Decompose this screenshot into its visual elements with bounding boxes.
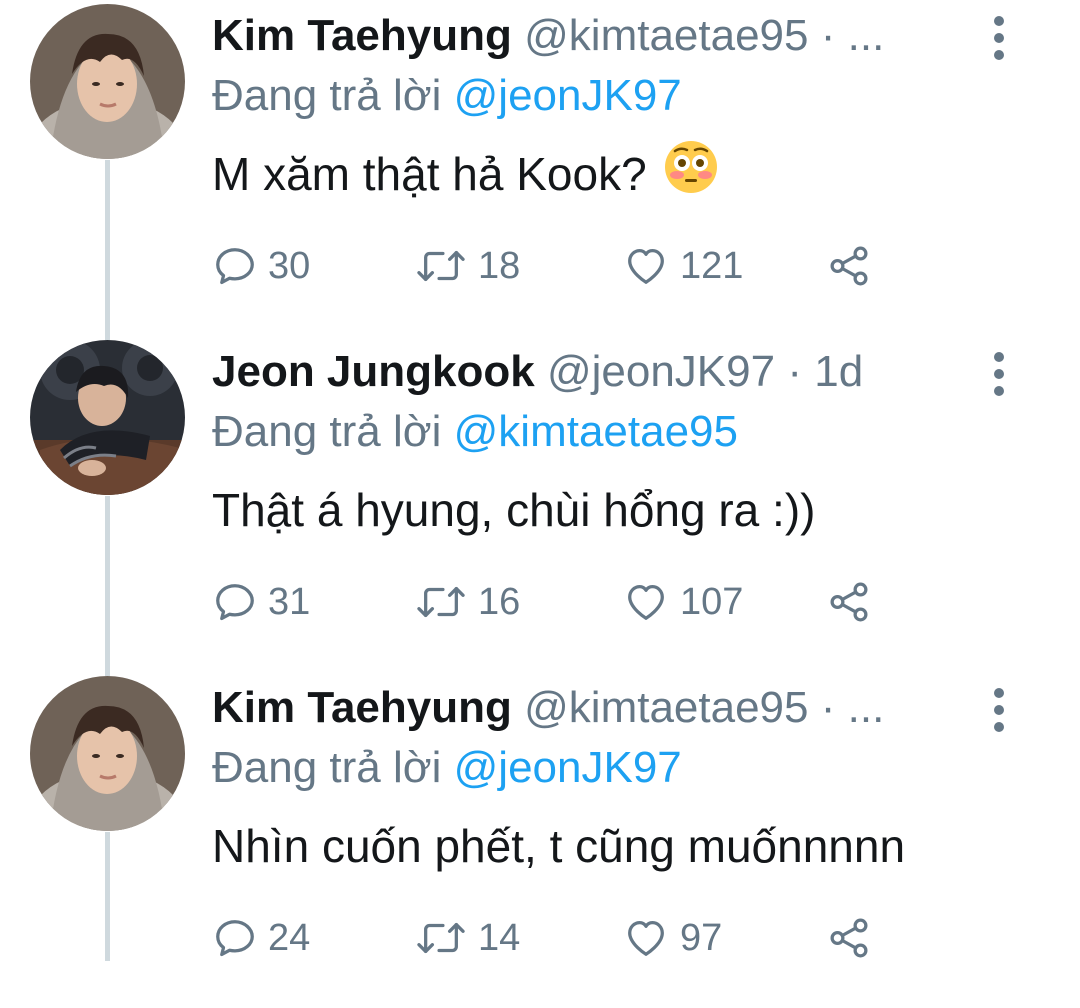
more-options-button[interactable] <box>988 14 1010 62</box>
tweet-header: Kim Taehyung @kimtaetae95 · ... <box>212 680 884 736</box>
replying-to: Đang trả lời @jeonJK97 <box>212 742 682 794</box>
avatar[interactable] <box>30 340 185 495</box>
like-count: 107 <box>680 580 744 623</box>
retweet-icon <box>417 922 465 954</box>
reply-count: 24 <box>268 916 311 959</box>
more-vertical-icon <box>994 688 1004 732</box>
user-handle[interactable]: @kimtaetae95 <box>524 11 808 60</box>
reply-button[interactable]: 31 <box>212 572 310 632</box>
like-count: 121 <box>680 244 744 287</box>
retweet-button[interactable]: 14 <box>414 908 520 968</box>
display-name[interactable]: Kim Taehyung <box>212 11 512 60</box>
timestamp[interactable]: ... <box>848 683 885 732</box>
tweet[interactable]: Kim Taehyung @kimtaetae95 · ... Đang trả… <box>0 0 1080 336</box>
like-button[interactable]: 97 <box>622 908 722 968</box>
tweet-text-content: Nhìn cuốn phết, t cũng muốnnnnn <box>212 820 906 872</box>
separator-dot: · <box>820 11 836 60</box>
replying-to-label: Đang trả lời <box>212 407 442 456</box>
timestamp[interactable]: 1d <box>814 347 863 396</box>
retweet-button[interactable]: 18 <box>414 236 520 296</box>
tweet-text-content: M xăm thật hả Kook? <box>212 148 647 200</box>
mention-link[interactable]: @kimtaetae95 <box>454 407 738 456</box>
mention-link[interactable]: @jeonJK97 <box>454 743 682 792</box>
replying-to-label: Đang trả lời <box>212 743 442 792</box>
timestamp[interactable]: ... <box>848 11 885 60</box>
tweet-text: Nhìn cuốn phết, t cũng muốnnnnn <box>212 816 905 876</box>
replying-to: Đang trả lời @jeonJK97 <box>212 70 682 122</box>
mention-link[interactable]: @jeonJK97 <box>454 71 682 120</box>
user-handle[interactable]: @kimtaetae95 <box>524 683 808 732</box>
separator-dot: · <box>787 347 802 396</box>
user-handle[interactable]: @jeonJK97 <box>547 347 775 396</box>
tweet-header: Jeon Jungkook @jeonJK97 · 1d <box>212 344 863 400</box>
share-button[interactable] <box>826 908 872 968</box>
reply-button[interactable]: 30 <box>212 236 310 296</box>
reply-icon <box>216 920 254 957</box>
tweet[interactable]: Jeon Jungkook @jeonJK97 · 1d Đang trả lờ… <box>0 336 1080 672</box>
separator-dot: · <box>820 683 836 732</box>
more-options-button[interactable] <box>988 350 1010 398</box>
replying-to-label: Đang trả lời <box>212 71 442 120</box>
reply-count: 31 <box>268 580 311 623</box>
tweet[interactable]: Kim Taehyung @kimtaetae95 · ... Đang trả… <box>0 672 1080 1008</box>
avatar[interactable] <box>30 676 185 831</box>
reply-icon <box>216 584 254 621</box>
reply-button[interactable]: 24 <box>212 908 310 968</box>
heart-icon <box>628 921 664 956</box>
heart-icon <box>628 585 664 620</box>
share-icon <box>830 582 868 622</box>
share-button[interactable] <box>826 572 872 632</box>
like-button[interactable]: 121 <box>622 236 743 296</box>
avatar[interactable] <box>30 4 185 159</box>
tweet-text: M xăm thật hả Kook? <box>212 140 719 204</box>
retweet-count: 14 <box>478 916 521 959</box>
retweet-count: 18 <box>478 244 521 287</box>
reply-count: 30 <box>268 244 311 287</box>
replying-to: Đang trả lời @kimtaetae95 <box>212 406 738 458</box>
reply-icon <box>216 248 254 285</box>
heart-icon <box>628 249 664 284</box>
retweet-count: 16 <box>478 580 521 623</box>
display-name[interactable]: Kim Taehyung <box>212 683 512 732</box>
share-icon <box>830 918 868 958</box>
like-count: 97 <box>680 916 723 959</box>
tweet-text: Thật á hyung, chùi hổng ra :)) <box>212 480 815 540</box>
tweet-text-content: Thật á hyung, chùi hổng ra :)) <box>212 484 816 536</box>
more-vertical-icon <box>994 16 1004 60</box>
more-options-button[interactable] <box>988 686 1010 734</box>
retweet-button[interactable]: 16 <box>414 572 520 632</box>
display-name[interactable]: Jeon Jungkook <box>212 347 535 396</box>
retweet-icon <box>417 250 465 282</box>
more-vertical-icon <box>994 352 1004 396</box>
share-button[interactable] <box>826 236 872 296</box>
retweet-icon <box>417 586 465 618</box>
share-icon <box>830 246 868 286</box>
like-button[interactable]: 107 <box>622 572 743 632</box>
tweet-header: Kim Taehyung @kimtaetae95 · ... <box>212 8 884 64</box>
flushed-face-emoji <box>663 139 719 209</box>
